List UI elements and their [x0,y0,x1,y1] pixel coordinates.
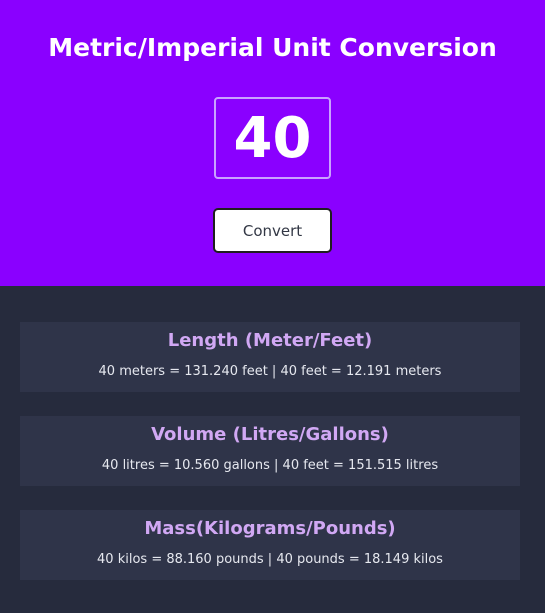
volume-card: Volume (Litres/Gallons) 40 litres = 10.5… [20,416,520,486]
results-section: Length (Meter/Feet) 40 meters = 131.240 … [0,286,545,580]
volume-card-result: 40 litres = 10.560 gallons | 40 feet = 1… [101,458,439,473]
convert-button[interactable]: Convert [213,208,332,253]
volume-card-title: Volume (Litres/Gallons) [151,424,389,445]
page-title: Metric/Imperial Unit Conversion [48,33,497,62]
header-section: Metric/Imperial Unit Conversion Convert [0,0,545,286]
number-input[interactable] [214,97,331,179]
length-card-result: 40 meters = 131.240 feet | 40 feet = 12.… [98,364,442,379]
length-card-title: Length (Meter/Feet) [167,330,373,351]
mass-card: Mass(Kilograms/Pounds) 40 kilos = 88.160… [20,510,520,580]
mass-card-title: Mass(Kilograms/Pounds) [144,518,396,539]
length-card: Length (Meter/Feet) 40 meters = 131.240 … [20,322,520,392]
mass-card-result: 40 kilos = 88.160 pounds | 40 pounds = 1… [97,552,443,567]
